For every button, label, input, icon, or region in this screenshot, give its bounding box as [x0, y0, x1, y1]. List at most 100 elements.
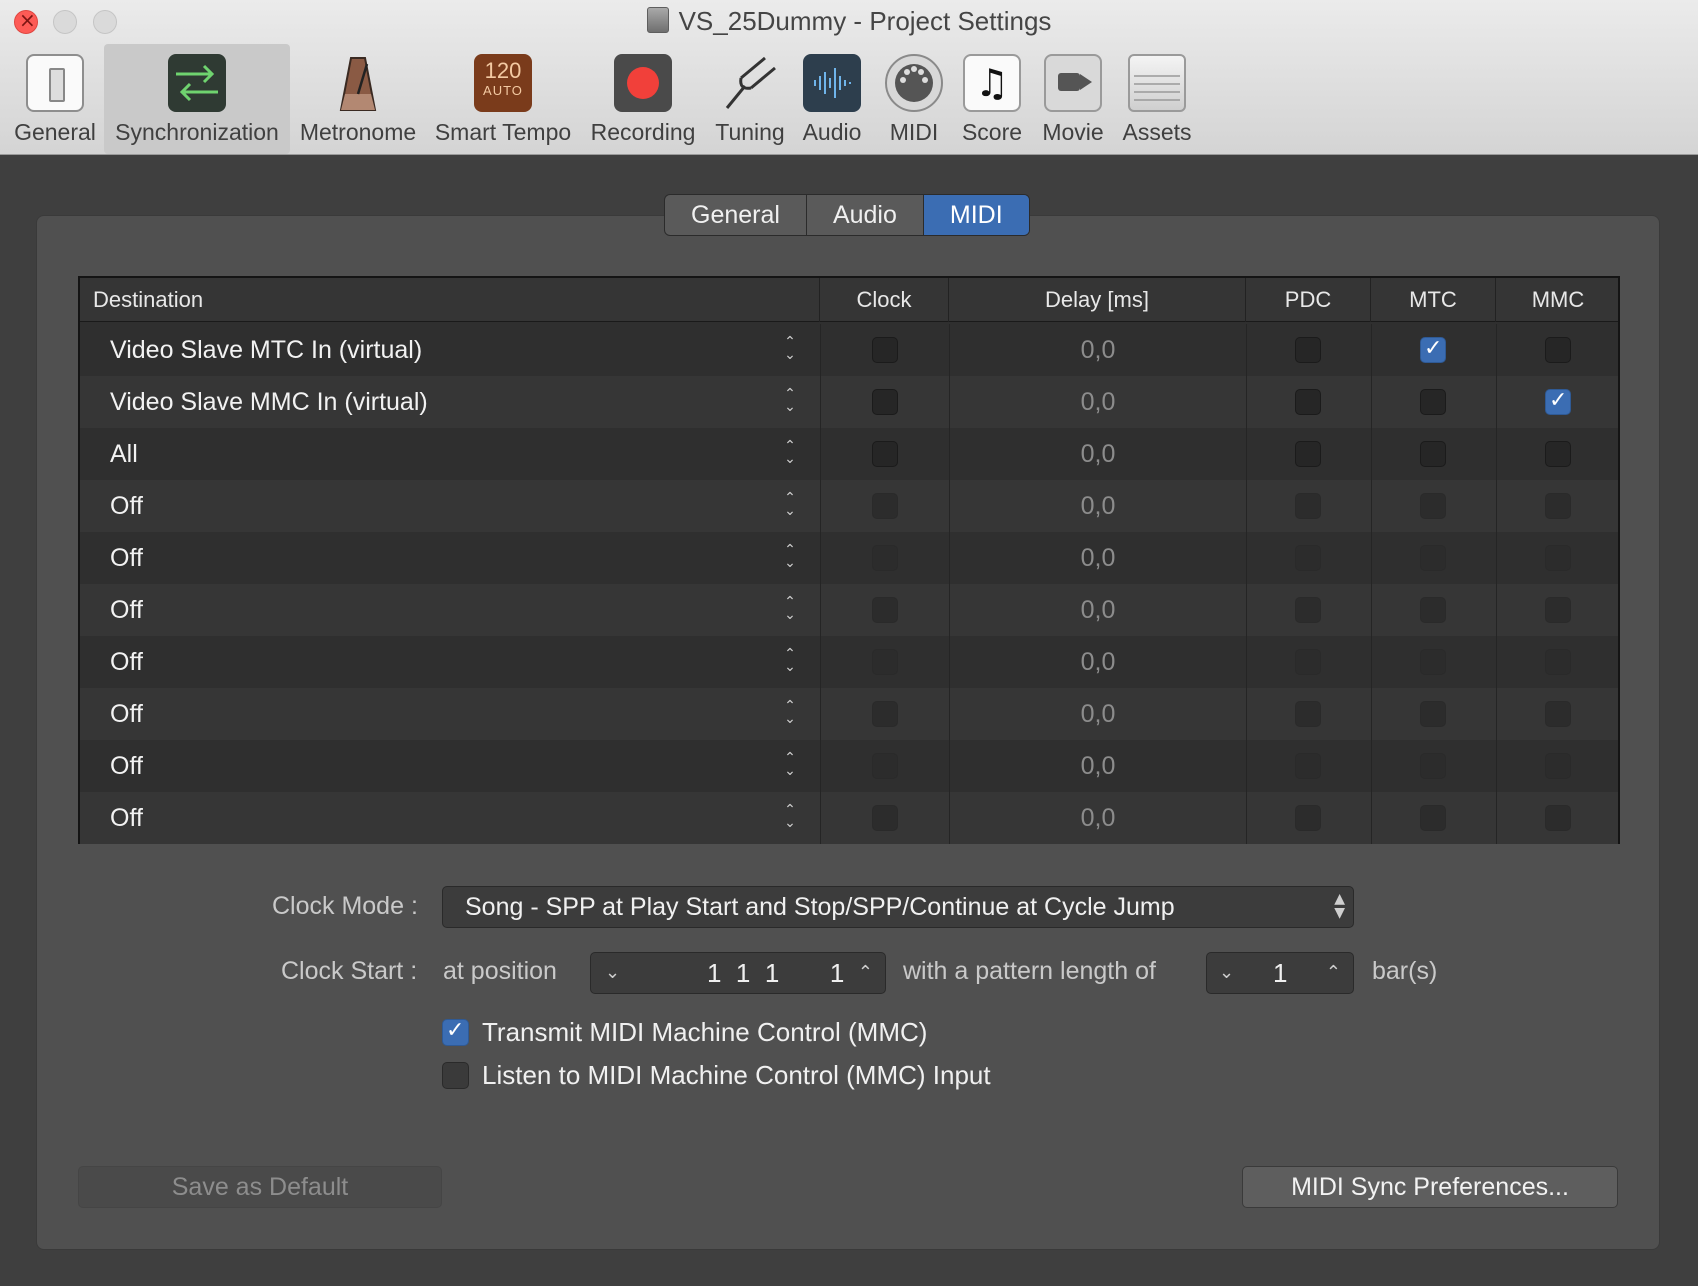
- mtc-checkbox[interactable]: [1420, 597, 1446, 623]
- up-down-arrows-icon[interactable]: ⌃ ⌄: [778, 335, 802, 364]
- mmc-checkbox[interactable]: [1545, 701, 1571, 727]
- delay-value[interactable]: 0,0: [950, 636, 1246, 688]
- clock-checkbox[interactable]: [872, 753, 898, 779]
- pdc-checkbox[interactable]: [1295, 493, 1321, 519]
- listen-mmc-checkbox[interactable]: [442, 1062, 469, 1089]
- increment-chevron-icon[interactable]: ⌃: [1326, 953, 1341, 993]
- mtc-checkbox[interactable]: [1420, 545, 1446, 571]
- toolbar-synchronization[interactable]: Synchronization: [104, 44, 290, 154]
- pattern-length-value[interactable]: 1: [1273, 953, 1287, 993]
- toolbar-midi[interactable]: MIDI: [878, 44, 950, 154]
- pdc-checkbox[interactable]: [1295, 701, 1321, 727]
- pdc-checkbox[interactable]: [1295, 545, 1321, 571]
- toolbar-score[interactable]: ♫ Score: [956, 44, 1028, 154]
- tab-midi[interactable]: MIDI: [923, 195, 1029, 235]
- mtc-checkbox[interactable]: [1420, 753, 1446, 779]
- toolbar-movie[interactable]: Movie: [1036, 44, 1110, 154]
- pdc-checkbox[interactable]: [1295, 649, 1321, 675]
- destination-popup[interactable]: Off: [80, 636, 820, 688]
- decrement-chevron-icon[interactable]: ⌄: [1219, 953, 1234, 993]
- transmit-mmc-checkbox[interactable]: [442, 1018, 469, 1046]
- up-down-arrows-icon[interactable]: ⌃ ⌄: [778, 439, 802, 468]
- tab-general[interactable]: General: [665, 195, 807, 235]
- mmc-checkbox[interactable]: [1545, 337, 1571, 363]
- destination-popup[interactable]: Off: [80, 584, 820, 636]
- mtc-checkbox[interactable]: [1420, 441, 1446, 467]
- toolbar-tuning[interactable]: Tuning: [710, 44, 790, 154]
- delay-value[interactable]: 0,0: [950, 376, 1246, 428]
- mtc-checkbox[interactable]: [1420, 389, 1446, 415]
- toolbar-audio[interactable]: Audio: [796, 44, 868, 154]
- destination-popup[interactable]: Off: [80, 480, 820, 532]
- up-down-arrows-icon[interactable]: ⌃ ⌄: [778, 699, 802, 728]
- pdc-checkbox[interactable]: [1295, 441, 1321, 467]
- mmc-checkbox[interactable]: [1545, 753, 1571, 779]
- increment-chevron-icon[interactable]: ⌃: [858, 953, 873, 993]
- pdc-checkbox[interactable]: [1295, 753, 1321, 779]
- delay-value[interactable]: 0,0: [950, 584, 1246, 636]
- listen-mmc-label[interactable]: Listen to MIDI Machine Control (MMC) Inp…: [482, 1060, 991, 1091]
- clock-mode-popup[interactable]: Song - SPP at Play Start and Stop/SPP/Co…: [442, 886, 1354, 928]
- toolbar-assets[interactable]: Assets: [1116, 44, 1198, 154]
- delay-value[interactable]: 0,0: [950, 428, 1246, 480]
- mtc-checkbox[interactable]: [1420, 701, 1446, 727]
- clock-checkbox[interactable]: [872, 805, 898, 831]
- mmc-checkbox[interactable]: [1545, 597, 1571, 623]
- up-down-arrows-icon[interactable]: ⌃ ⌄: [778, 803, 802, 832]
- up-down-arrows-icon[interactable]: ⌃ ⌄: [778, 595, 802, 624]
- clock-start-position-field[interactable]: ⌄ 1 1 1 1 ⌃: [590, 952, 886, 994]
- column-header-mmc: MMC: [1531, 287, 1585, 312]
- decrement-chevron-icon[interactable]: ⌄: [605, 953, 620, 993]
- destination-popup[interactable]: Off: [80, 792, 820, 844]
- mmc-checkbox[interactable]: [1545, 388, 1571, 415]
- delay-value[interactable]: 0,0: [950, 688, 1246, 740]
- delay-value[interactable]: 0,0: [950, 324, 1246, 376]
- save-as-default-button[interactable]: Save as Default: [78, 1166, 442, 1208]
- mmc-checkbox[interactable]: [1545, 649, 1571, 675]
- clock-checkbox[interactable]: [872, 649, 898, 675]
- clock-checkbox[interactable]: [872, 493, 898, 519]
- up-down-arrows-icon[interactable]: ⌃ ⌄: [778, 751, 802, 780]
- delay-value[interactable]: 0,0: [950, 792, 1246, 844]
- up-down-arrows-icon[interactable]: ⌃ ⌄: [778, 647, 802, 676]
- up-down-arrows-icon[interactable]: ⌃ ⌄: [778, 543, 802, 572]
- delay-value[interactable]: 0,0: [950, 740, 1246, 792]
- clock-checkbox[interactable]: [872, 441, 898, 467]
- clock-checkbox[interactable]: [872, 545, 898, 571]
- destination-popup[interactable]: Off: [80, 688, 820, 740]
- toolbar-metronome[interactable]: Metronome: [296, 44, 420, 154]
- pdc-checkbox[interactable]: [1295, 597, 1321, 623]
- destination-popup[interactable]: Video Slave MMC In (virtual): [80, 376, 820, 428]
- clock-checkbox[interactable]: [872, 337, 898, 363]
- pdc-checkbox[interactable]: [1295, 337, 1321, 363]
- destination-popup[interactable]: All: [80, 428, 820, 480]
- tab-audio[interactable]: Audio: [807, 195, 924, 235]
- clock-checkbox[interactable]: [872, 701, 898, 727]
- clock-checkbox[interactable]: [872, 597, 898, 623]
- pdc-checkbox[interactable]: [1295, 389, 1321, 415]
- toolbar-recording[interactable]: Recording: [588, 44, 698, 154]
- destination-popup[interactable]: Video Slave MTC In (virtual): [80, 324, 820, 376]
- mtc-checkbox[interactable]: [1420, 336, 1446, 363]
- mtc-checkbox[interactable]: [1420, 805, 1446, 831]
- pdc-checkbox[interactable]: [1295, 805, 1321, 831]
- transmit-mmc-label[interactable]: Transmit MIDI Machine Control (MMC): [482, 1017, 927, 1048]
- mtc-checkbox[interactable]: [1420, 649, 1446, 675]
- up-down-arrows-icon[interactable]: ⌃ ⌄: [778, 491, 802, 520]
- mmc-checkbox[interactable]: [1545, 441, 1571, 467]
- mmc-checkbox[interactable]: [1545, 805, 1571, 831]
- pattern-length-field[interactable]: ⌄ 1 ⌃: [1206, 952, 1354, 994]
- destination-popup[interactable]: Off: [80, 740, 820, 792]
- delay-value[interactable]: 0,0: [950, 532, 1246, 584]
- mtc-checkbox[interactable]: [1420, 493, 1446, 519]
- mmc-checkbox[interactable]: [1545, 545, 1571, 571]
- toolbar-smart-tempo[interactable]: 120 AUTO Smart Tempo: [432, 44, 574, 154]
- up-down-arrows-icon[interactable]: ⌃ ⌄: [778, 387, 802, 416]
- clock-checkbox[interactable]: [872, 389, 898, 415]
- toolbar-general[interactable]: General: [12, 44, 98, 154]
- delay-value[interactable]: 0,0: [950, 480, 1246, 532]
- mmc-checkbox[interactable]: [1545, 493, 1571, 519]
- midi-sync-preferences-button[interactable]: MIDI Sync Preferences...: [1242, 1166, 1618, 1208]
- destination-popup[interactable]: Off: [80, 532, 820, 584]
- clock-start-position-value[interactable]: 1 1 1 1: [707, 953, 844, 993]
